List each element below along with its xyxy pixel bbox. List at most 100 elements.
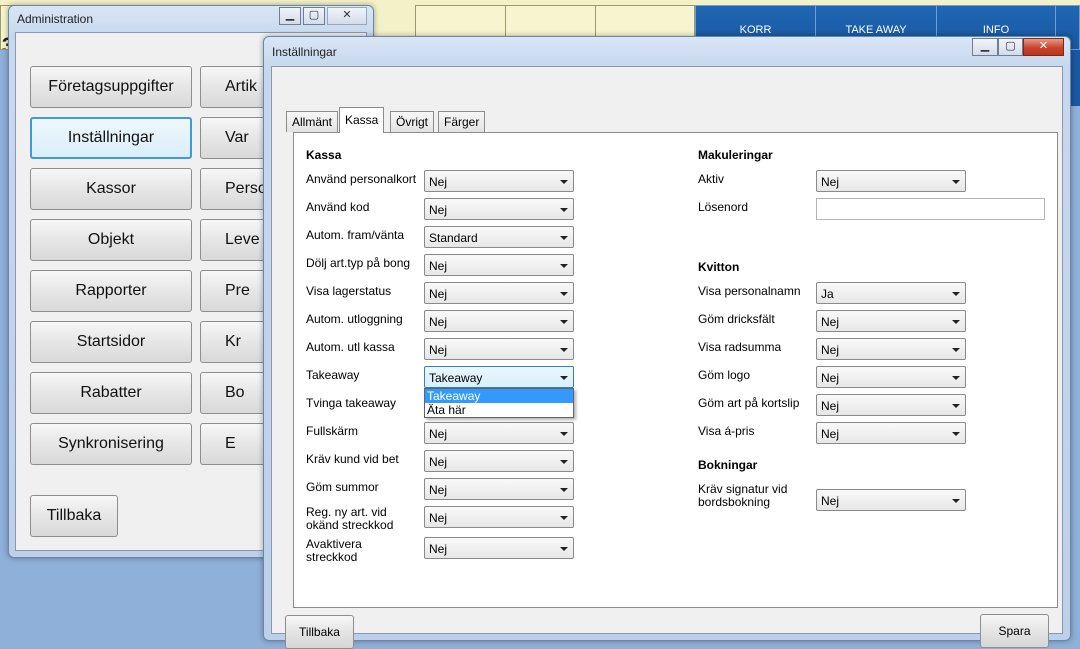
select-value: Nej <box>821 175 840 189</box>
select-value: Nej <box>821 494 840 508</box>
autom-fram-vanta-select[interactable]: Standard <box>424 226 574 248</box>
startsidor-button[interactable]: Startsidor <box>30 321 192 363</box>
chevron-down-icon <box>560 376 568 380</box>
setting-label: Avaktivera streckkod <box>306 537 362 564</box>
setting-label: Autom. utl kassa <box>306 340 395 354</box>
bokningar-heading: Bokningar <box>698 458 758 472</box>
select-value: Nej <box>429 175 448 189</box>
setting-label: Göm art på kortslip <box>698 396 800 410</box>
chevron-down-icon <box>952 499 960 503</box>
chevron-down-icon <box>560 460 568 464</box>
setting-label: Göm dricksfält <box>698 312 775 326</box>
chevron-down-icon <box>952 432 960 436</box>
kvitton-heading: Kvitton <box>698 260 740 274</box>
select-value: Nej <box>429 483 448 497</box>
setting-label: Visa personalnamn <box>698 284 801 298</box>
close-icon[interactable]: ✕ <box>1023 38 1064 56</box>
tab-kassa[interactable]: Kassa <box>339 107 385 133</box>
dropdown-option-ata-har[interactable]: Äta här <box>425 403 573 417</box>
chevron-down-icon <box>560 432 568 436</box>
takeaway-select[interactable]: Takeaway <box>424 366 574 388</box>
tab-ovrigt[interactable]: Övrigt <box>390 111 435 132</box>
minimize-icon[interactable]: ▁ <box>279 7 301 25</box>
select-value: Nej <box>821 343 840 357</box>
admin-back-button[interactable]: Tillbaka <box>30 495 118 537</box>
setting-label: Aktiv <box>698 172 725 186</box>
fullskarm-select[interactable]: Nej <box>424 422 574 444</box>
window-title: Administration <box>17 12 94 26</box>
window-title: Inställningar <box>272 45 337 59</box>
autom-utl-kassa-select[interactable]: Nej <box>424 338 574 360</box>
minimize-icon[interactable]: ▁ <box>972 38 998 56</box>
anvand-personalkort-select[interactable]: Nej <box>424 170 574 192</box>
select-value: Nej <box>429 427 448 441</box>
makulering-aktiv-select[interactable]: Nej <box>816 170 966 192</box>
select-value: Nej <box>429 259 448 273</box>
anvand-kod-select[interactable]: Nej <box>424 198 574 220</box>
kassa-tab-panel: Kassa Använd personalkort Nej Använd kod… <box>293 132 1058 608</box>
krav-signatur-select[interactable]: Nej <box>816 489 966 511</box>
autom-utloggning-select[interactable]: Nej <box>424 310 574 332</box>
select-value: Nej <box>821 427 840 441</box>
dolj-arttyp-select[interactable]: Nej <box>424 254 574 276</box>
visa-radsumma-select[interactable]: Nej <box>816 338 966 360</box>
rapporter-button[interactable]: Rapporter <box>30 270 192 312</box>
setting-label: Fullskärm <box>306 424 359 438</box>
tab-farger[interactable]: Färger <box>438 111 486 132</box>
rabatter-button[interactable]: Rabatter <box>30 372 192 414</box>
dropdown-option-takeaway[interactable]: Takeaway <box>425 389 573 403</box>
makuleringar-heading: Makuleringar <box>698 148 773 162</box>
select-value: Ja <box>821 287 834 301</box>
chevron-down-icon <box>560 516 568 520</box>
synkronisering-button[interactable]: Synkronisering <box>30 423 192 465</box>
losenord-field[interactable] <box>816 198 1045 220</box>
select-value: Nej <box>429 511 448 525</box>
krav-kund-select[interactable]: Nej <box>424 450 574 472</box>
reg-ny-art-select[interactable]: Nej <box>424 506 574 528</box>
setting-label: Använd personalkort <box>306 172 417 186</box>
visa-a-pris-select[interactable]: Nej <box>816 422 966 444</box>
gom-summor-select[interactable]: Nej <box>424 478 574 500</box>
select-value: Nej <box>821 399 840 413</box>
chevron-down-icon <box>560 236 568 240</box>
chevron-down-icon <box>560 488 568 492</box>
chevron-down-icon <box>952 348 960 352</box>
select-value: Standard <box>429 231 478 245</box>
settings-back-button[interactable]: Tillbaka <box>285 615 354 649</box>
gom-art-kortslip-select[interactable]: Nej <box>816 394 966 416</box>
close-icon[interactable]: ✕ <box>327 7 367 25</box>
setting-label: Kräv kund vid bet <box>306 452 399 466</box>
setting-label: Tvinga takeaway <box>306 396 397 410</box>
gom-logo-select[interactable]: Nej <box>816 366 966 388</box>
avaktivera-streckkod-select[interactable]: Nej <box>424 537 574 559</box>
settings-client-area: Allmänt Kassa Övrigt Färger Kassa Använd… <box>271 66 1063 649</box>
setting-label: Autom. fram/vänta <box>306 228 405 242</box>
setting-label: Reg. ny art. vid okänd streckkod <box>306 505 394 532</box>
chevron-down-icon <box>560 264 568 268</box>
setting-label: Visa radsumma <box>698 340 782 354</box>
chevron-down-icon <box>952 292 960 296</box>
installningar-button[interactable]: Inställningar <box>30 117 192 159</box>
maximize-icon[interactable]: ▢ <box>998 38 1023 56</box>
select-value: Nej <box>429 287 448 301</box>
maximize-icon[interactable]: ▢ <box>303 7 325 25</box>
save-button[interactable]: Spara <box>980 614 1049 648</box>
chevron-down-icon <box>560 180 568 184</box>
tab-allmant[interactable]: Allmänt <box>286 111 339 132</box>
chevron-down-icon <box>560 547 568 551</box>
visa-personalnamn-select[interactable]: Ja <box>816 282 966 304</box>
setting-label: Göm logo <box>698 368 751 382</box>
chevron-down-icon <box>560 320 568 324</box>
chevron-down-icon <box>952 180 960 184</box>
chevron-down-icon <box>952 404 960 408</box>
setting-label: Visa á-pris <box>698 424 755 438</box>
kassor-button[interactable]: Kassor <box>30 168 192 210</box>
visa-lagerstatus-select[interactable]: Nej <box>424 282 574 304</box>
setting-label: Autom. utloggning <box>306 312 403 326</box>
setting-label: Takeaway <box>306 368 360 382</box>
chevron-down-icon <box>560 208 568 212</box>
gom-dricksfalt-select[interactable]: Nej <box>816 310 966 332</box>
foretagsuppgifter-button[interactable]: Företagsuppgifter <box>30 66 192 108</box>
select-value: Nej <box>429 315 448 329</box>
objekt-button[interactable]: Objekt <box>30 219 192 261</box>
